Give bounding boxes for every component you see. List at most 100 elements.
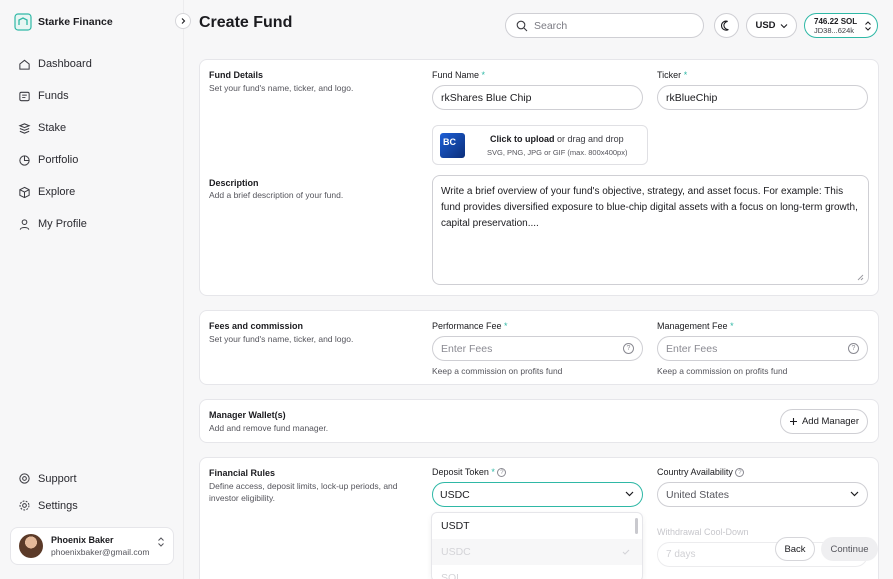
user-card[interactable]: Phoenix Baker phoenixbaker@gmail.com [10,527,174,565]
chevron-right-icon [181,18,186,24]
dropdown-option-usdc[interactable]: USDC [432,539,642,565]
performance-fee-label: Performance Fee * [432,321,508,331]
continue-button[interactable]: Continue [821,537,878,561]
manager-wallets-title: Manager Wallet(s) [209,410,286,420]
required-mark: * [730,321,734,331]
add-manager-label: Add Manager [801,416,860,427]
check-icon [622,549,630,555]
cube-icon [19,186,30,198]
performance-fee-input[interactable]: Enter Fees ? [432,336,643,361]
required-mark: * [504,321,508,331]
fund-name-input[interactable]: rkShares Blue Chip [432,85,643,110]
sidebar-item-explore[interactable]: Explore [0,176,184,208]
fund-details-card: Fund Details Set your fund's name, ticke… [199,59,879,296]
search-icon [516,20,528,31]
upload-formats: SVG, PNG, JPG or GIF (max. 800x400px) [487,148,628,157]
performance-fee-placeholder: Enter Fees [441,342,493,355]
logo-upload-dropzone[interactable]: BC Click to upload or drag and drop SVG,… [432,125,648,165]
country-availability-select[interactable]: United States [657,482,868,507]
deposit-token-select[interactable]: USDC [432,482,643,507]
chevron-down-icon [625,491,634,497]
dropdown-option-usdt[interactable]: USDT [432,513,642,539]
brand[interactable]: Starke Finance [14,13,113,31]
financial-rules-title: Financial Rules [209,468,276,478]
search-input[interactable] [534,19,694,32]
ticker-value: rkBlueChip [666,91,718,104]
drag-drop-text: or drag and drop [557,134,624,144]
country-availability-label: Country Availability ? [657,467,745,478]
theme-toggle-button[interactable] [714,13,739,38]
sidebar-item-label: Stake [38,122,67,134]
moon-icon [720,20,729,31]
sidebar-item-support[interactable]: Support [0,465,184,492]
fund-details-title: Fund Details [209,70,264,80]
help-icon[interactable]: ? [497,468,507,478]
support-icon [19,473,30,484]
sidebar-item-funds[interactable]: Funds [0,80,184,112]
click-to-upload-link[interactable]: Click to upload [490,134,555,144]
user-icon [19,218,30,230]
ticker-label: Ticker * [657,70,687,80]
management-fee-hint: Keep a commission on profits fund [657,366,788,376]
financial-rules-description: Define access, deposit limits, lock-up p… [209,481,398,503]
user-email: phoenixbaker@gmail.com [51,547,150,557]
sidebar-item-label: Funds [38,90,69,102]
wallet-button[interactable]: 746.22 SOL JD38...624k [804,13,878,38]
add-manager-button[interactable]: Add Manager [780,409,868,434]
search-bar[interactable] [505,13,704,38]
resize-handle-icon[interactable] [857,274,864,281]
sidebar-item-label: Dashboard [38,58,92,70]
dropdown-scrollbar[interactable] [635,518,638,534]
sidebar-nav: Dashboard Funds Stake Portfolio Explore … [0,48,184,240]
brand-logo-icon [14,13,32,31]
fees-title: Fees and commission [209,321,304,331]
currency-value: USD [755,20,776,31]
collapse-sidebar-button[interactable] [175,13,191,29]
fund-name-value: rkShares Blue Chip [441,91,532,104]
management-fee-label: Management Fee * [657,321,734,331]
management-fee-input[interactable]: Enter Fees ? [657,336,868,361]
deposit-token-dropdown[interactable]: USDT USDC SOL [431,512,643,579]
sidebar-item-label: Portfolio [38,154,79,166]
sidebar-item-stake[interactable]: Stake [0,112,184,144]
stack-icon [18,122,31,134]
ticker-label-text: Ticker [657,70,682,80]
chevron-updown-icon [865,21,871,31]
fund-logo-preview: BC [440,133,465,158]
management-fee-placeholder: Enter Fees [666,342,718,355]
required-mark: * [683,70,688,80]
help-icon[interactable]: ? [735,468,745,478]
sidebar-item-label: Settings [38,499,78,512]
funds-icon [19,91,30,101]
sidebar-item-label: Explore [38,186,76,198]
manager-wallets-description: Add and remove fund manager. [209,423,329,433]
help-icon[interactable]: ? [623,343,634,354]
sidebar-item-portfolio[interactable]: Portfolio [0,144,184,176]
fees-description: Set your fund's name, ticker, and logo. [209,334,354,344]
deposit-token-label-text: Deposit Token [432,467,489,477]
sidebar-item-label: My Profile [38,218,87,230]
performance-fee-label-text: Performance Fee [432,321,502,331]
ticker-input[interactable]: rkBlueChip [657,85,868,110]
manager-wallets-card: Manager Wallet(s) Add and remove fund ma… [199,399,879,443]
sidebar-item-dashboard[interactable]: Dashboard [0,48,184,80]
upload-instructions: Click to upload or drag and drop [490,134,624,144]
withdrawal-cooldown-value: 7 days [666,549,696,560]
sidebar-item-my-profile[interactable]: My Profile [0,208,184,240]
back-button[interactable]: Back [775,537,815,561]
sidebar-item-settings[interactable]: Settings [0,492,184,519]
withdrawal-cooldown-label: Withdrawal Cool-Down [657,527,749,537]
help-icon[interactable]: ? [848,343,859,354]
dropdown-option-sol[interactable]: SOL [432,565,642,579]
plus-icon [789,418,797,425]
sidebar-bottom-nav: Support Settings [0,465,184,519]
description-text: Write a brief overview of your fund's ob… [441,186,858,229]
deposit-token-value: USDC [440,488,470,501]
description-textarea[interactable]: Write a brief overview of your fund's ob… [432,175,869,285]
home-icon [19,59,30,70]
currency-select[interactable]: USD [746,13,797,38]
chevron-updown-icon [158,537,164,547]
gear-icon [19,500,30,511]
page-title: Create Fund [199,14,293,31]
chevron-down-icon [780,23,787,28]
